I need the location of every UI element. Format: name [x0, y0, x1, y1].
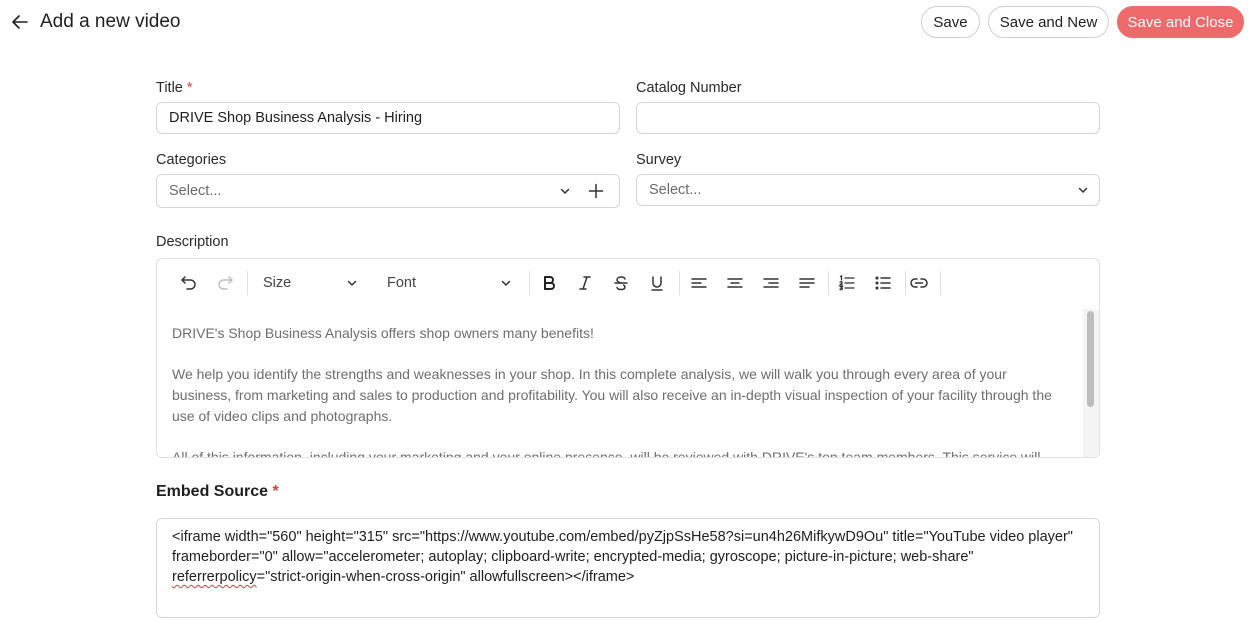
toolbar-divider: [529, 271, 530, 295]
save-button[interactable]: Save: [921, 6, 980, 38]
description-editor: Size Font DRIVE's Shop Business Analysis…: [156, 258, 1100, 458]
save-and-close-button[interactable]: Save and Close: [1117, 6, 1244, 38]
embed-source-textarea[interactable]: <iframe width="560" height="315" src="ht…: [156, 518, 1100, 618]
bold-icon: [544, 276, 555, 290]
page-title: Add a new video: [40, 11, 181, 32]
save-and-new-button[interactable]: Save and New: [988, 6, 1109, 38]
toolbar-divider: [247, 271, 248, 295]
chevron-down-icon: [347, 280, 357, 286]
align-left-button[interactable]: [687, 271, 711, 295]
link-icon: [910, 278, 928, 288]
description-label: Description: [156, 234, 229, 250]
bullet-list-icon: [875, 276, 891, 290]
chevron-down-icon: [558, 184, 572, 198]
description-scrollbar[interactable]: [1083, 309, 1099, 457]
embed-source-value-end: ="strict-origin-when-cross-origin" allow…: [256, 569, 635, 585]
undo-button[interactable]: [177, 271, 201, 295]
spellcheck-word: referrerpolicy: [172, 569, 257, 585]
chevron-down-icon: [1076, 183, 1090, 197]
required-mark: *: [272, 483, 279, 500]
align-center-button[interactable]: [723, 271, 747, 295]
font-dropdown-label: Font: [387, 275, 417, 291]
toolbar-divider: [940, 271, 941, 295]
align-center-icon: [727, 278, 743, 288]
size-dropdown-label: Size: [263, 275, 292, 291]
categories-select[interactable]: Select...: [156, 174, 620, 208]
chevron-down-icon: [501, 280, 511, 286]
embed-source-value: <iframe width="560" height="315" src="ht…: [172, 529, 1073, 565]
survey-select[interactable]: Select...: [636, 174, 1100, 206]
font-dropdown[interactable]: Font: [387, 271, 517, 295]
undo-icon: [181, 276, 196, 290]
underline-icon: [651, 276, 663, 291]
scrollbar-thumb[interactable]: [1087, 311, 1094, 407]
description-paragraph: DRIVE's Shop Business Analysis offers sh…: [172, 325, 594, 341]
size-dropdown[interactable]: Size: [263, 271, 363, 295]
back-button[interactable]: [8, 10, 32, 34]
plus-icon[interactable]: [588, 183, 604, 199]
page-header: Add a new video Save Save and New Save a…: [0, 0, 1248, 44]
link-button[interactable]: [907, 271, 931, 295]
title-label: Title *: [156, 80, 193, 96]
strikethrough-icon: [614, 276, 628, 291]
catalog-number-label: Catalog Number: [636, 80, 742, 96]
align-right-icon: [763, 278, 779, 288]
title-input[interactable]: DRIVE Shop Business Analysis - Hiring: [156, 102, 620, 134]
toolbar-divider: [905, 271, 906, 295]
toolbar-divider: [828, 271, 829, 295]
categories-label: Categories: [156, 152, 227, 168]
ordered-list-button[interactable]: [835, 271, 859, 295]
categories-placeholder: Select...: [169, 183, 222, 199]
editor-toolbar: Size Font: [157, 259, 1099, 307]
align-right-button[interactable]: [759, 271, 783, 295]
required-mark: *: [186, 80, 193, 96]
bold-button[interactable]: [537, 271, 561, 295]
underline-button[interactable]: [645, 271, 669, 295]
bullet-list-button[interactable]: [871, 271, 895, 295]
toolbar-divider: [679, 271, 680, 295]
italic-icon: [579, 276, 591, 290]
strikethrough-button[interactable]: [609, 271, 633, 295]
title-input-value: DRIVE Shop Business Analysis - Hiring: [169, 110, 423, 126]
align-justify-button[interactable]: [795, 271, 819, 295]
ordered-list-icon: [838, 274, 855, 291]
align-justify-icon: [799, 278, 815, 288]
redo-icon: [218, 276, 233, 290]
survey-placeholder: Select...: [649, 182, 702, 198]
description-content[interactable]: DRIVE's Shop Business Analysis offers sh…: [157, 309, 1083, 457]
italic-button[interactable]: [573, 271, 597, 295]
redo-button[interactable]: [213, 271, 237, 295]
catalog-number-input[interactable]: [636, 102, 1100, 134]
description-paragraph: All of this information, including your …: [172, 449, 1041, 457]
embed-source-label: Embed Source *: [156, 483, 279, 500]
align-left-icon: [691, 278, 707, 288]
description-paragraph: We help you identify the strengths and w…: [172, 366, 1052, 424]
survey-label: Survey: [636, 152, 682, 168]
arrow-left-icon: [12, 15, 28, 29]
